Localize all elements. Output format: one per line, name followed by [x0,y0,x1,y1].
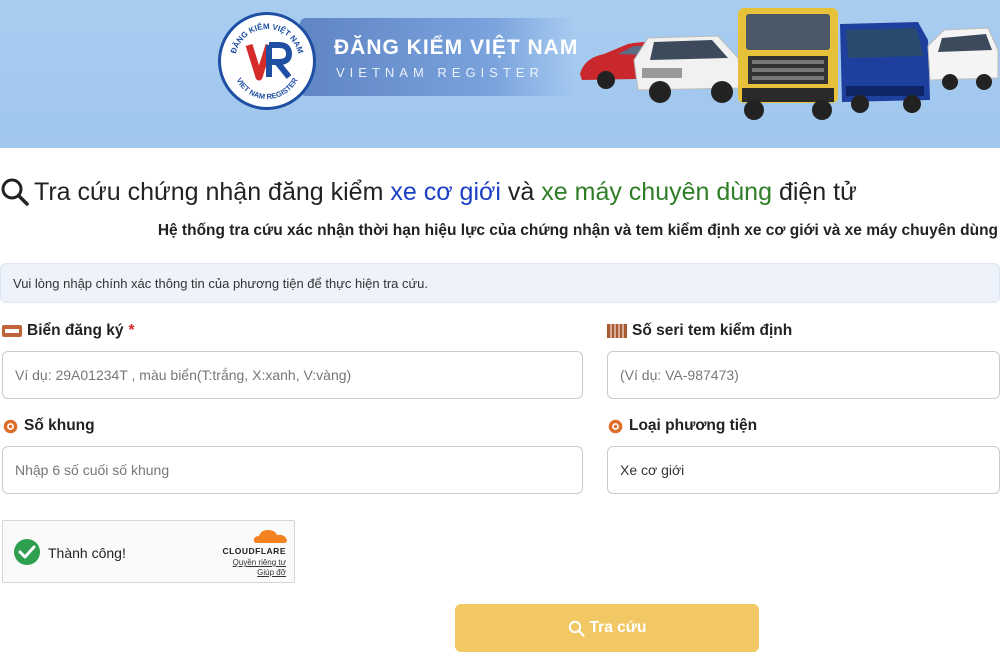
captcha-status: Thành công! [48,545,126,561]
stamp-icon [607,324,627,338]
brand-subtitle: VIETNAM REGISTER [336,65,544,80]
svg-text:VIET NAM REGISTER: VIET NAM REGISTER [234,76,299,101]
brand-title: ĐĂNG KIỂM VIỆT NAM [334,36,579,59]
vehicles-illustration [580,8,999,120]
privacy-link[interactable]: Quyền riêng tư [233,558,286,567]
title-part-main: Tra cứu chứng nhận đăng kiểm [34,177,384,206]
plate-input[interactable]: Ví dụ: 29A01234T , màu biển(T:trắng, X:x… [2,351,583,399]
title-part-special-vehicle: xe máy chuyên dùng [541,177,772,206]
success-check-icon [14,539,40,565]
header-banner: ĐĂNG KIỂM VIỆT NAM VIET NAM REGISTER ĐĂN… [0,0,1000,148]
gear-icon [608,419,623,433]
serial-label: Số seri tem kiểm định [607,322,792,340]
cloudflare-logo-text: CLOUDFLARE [222,546,286,556]
chassis-label-text: Số khung [24,417,95,434]
chassis-input[interactable]: Nhập 6 số cuối số khung [2,446,583,494]
help-link[interactable]: Giúp đỡ [257,568,286,577]
title-part-motor-vehicle: xe cơ giới [390,177,501,206]
page-title: Tra cứu chứng nhận đăng kiểm xe cơ giới … [0,174,857,210]
vietnam-register-logo[interactable]: ĐĂNG KIỂM VIỆT NAM VIET NAM REGISTER [218,12,316,110]
required-mark: * [128,322,135,339]
license-plate-icon [2,325,22,337]
title-part-and: và [507,177,535,206]
search-icon [568,620,585,637]
title-part-electronic: điện tử [778,177,857,206]
vehicle-type-label-text: Loại phương tiện [629,417,758,434]
plate-label: Biển đăng ký * [2,322,135,340]
serial-label-text: Số seri tem kiểm định [632,322,793,339]
search-submit-button[interactable]: Tra cứu [455,604,759,652]
plate-label-text: Biển đăng ký [27,322,124,339]
search-icon [1,178,29,206]
info-note: Vui lòng nhập chính xác thông tin của ph… [0,263,1000,303]
serial-input[interactable]: (Ví dụ: VA-987473) [607,351,1000,399]
page-subtitle: Hệ thống tra cứu xác nhận thời hạn hiệu … [157,222,998,239]
cloudflare-captcha[interactable]: Thành công! CLOUDFLARE Quyền riêng tư Gi… [2,520,295,583]
gear-icon [3,419,18,433]
cloudflare-cloud-icon [253,530,287,543]
search-submit-label: Tra cứu [589,619,647,636]
vehicle-type-label: Loại phương tiện [607,417,757,435]
logo-emblem-icon: ĐĂNG KIỂM VIỆT NAM VIET NAM REGISTER [229,22,305,101]
chassis-label: Số khung [2,417,95,435]
vehicle-type-select[interactable]: Xe cơ giới [607,446,1000,494]
